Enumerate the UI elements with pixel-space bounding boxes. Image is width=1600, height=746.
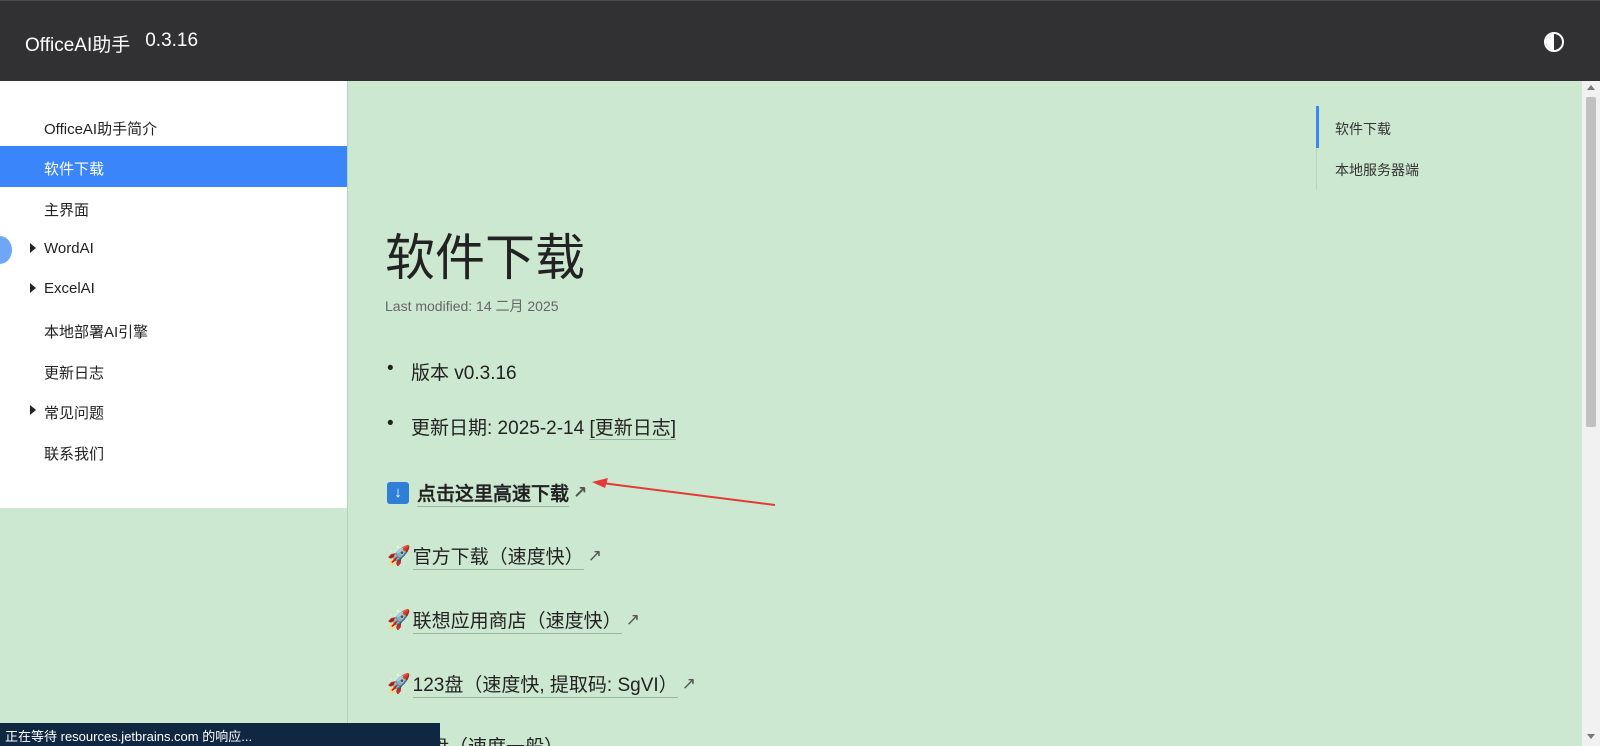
download-row-official: 🚀 官方下载（速度快） ↗ [387, 542, 602, 570]
download-link-lenovo[interactable]: 联想应用商店（速度快） [412, 606, 622, 634]
sidebar-item-local-ai[interactable]: 本地部署AI引擎 [0, 309, 347, 350]
scrollbar[interactable] [1582, 81, 1600, 746]
browser-status-bar: 正在等待 resources.jetbrains.com 的响应... [0, 723, 440, 746]
sidebar-item-label: ExcelAI [44, 280, 95, 297]
download-main-row: ↓ 点击这里高速下载 ↗ [387, 479, 587, 507]
rocket-icon: 🚀 [387, 610, 411, 631]
sidebar-item-label: 更新日志 [44, 365, 105, 382]
sidebar-item-label: 本地部署AI引擎 [44, 324, 149, 341]
sidebar-item-label: 联系我们 [44, 446, 105, 463]
external-link-icon: ↗ [625, 610, 640, 629]
scroll-thumb[interactable] [1586, 97, 1596, 427]
sidebar: OfficeAI助手简介 软件下载 主界面 WordAI ExcelAI 本地部… [0, 81, 347, 508]
sidebar-item-excelai[interactable]: ExcelAI [0, 268, 347, 309]
annotation-arrow-icon [592, 478, 776, 506]
scroll-down-icon[interactable] [1587, 734, 1595, 739]
sidebar-item-label: 软件下载 [44, 161, 105, 178]
sidebar-item-faq[interactable]: 常见问题 [0, 390, 347, 431]
download-link-123pan[interactable]: 123盘（速度快, 提取码: SgVI） [412, 670, 678, 698]
external-link-icon: ↗ [681, 674, 696, 693]
update-date-text: 更新日期: 2025-2-14 [411, 418, 590, 439]
download-main-link[interactable]: 点击这里高速下载 [417, 479, 570, 507]
external-link-icon: ↗ [573, 483, 588, 502]
sidebar-item-intro[interactable]: OfficeAI助手简介 [0, 106, 347, 147]
brand[interactable]: OfficeAI助手 0.3.16 [25, 30, 198, 57]
changelog-link[interactable]: [更新日志] [589, 418, 677, 440]
external-link-icon: ↗ [587, 546, 602, 565]
sidebar-item-wordai[interactable]: WordAI [0, 228, 347, 269]
sidebar-item-label: OfficeAI助手简介 [44, 121, 158, 138]
sidebar-item-download[interactable]: 软件下载 [0, 146, 347, 187]
rocket-icon: 🚀 [387, 674, 411, 695]
sidebar-item-label: 常见问题 [44, 405, 105, 422]
last-modified: Last modified: 14 二月 2025 [385, 298, 559, 314]
toc-item-download[interactable]: 软件下载 [1335, 119, 1391, 139]
app-version: 0.3.16 [145, 30, 199, 51]
rocket-icon: 🚀 [387, 546, 411, 567]
caret-right-icon[interactable] [30, 405, 36, 415]
sidebar-item-contact[interactable]: 联系我们 [0, 431, 347, 472]
scroll-up-icon[interactable] [1587, 85, 1595, 90]
page-title: 软件下载 [385, 230, 585, 286]
sidebar-item-main-ui[interactable]: 主界面 [0, 187, 347, 228]
sidebar-item-label: WordAI [44, 240, 94, 257]
caret-right-icon[interactable] [30, 283, 36, 293]
app-title: OfficeAI助手 [25, 35, 131, 56]
top-bar: OfficeAI助手 0.3.16 [0, 0, 1600, 81]
contrast-icon[interactable] [1544, 32, 1564, 52]
download-link-official[interactable]: 官方下载（速度快） [412, 542, 584, 570]
content-divider [347, 81, 348, 746]
down-arrow-icon: ↓ [387, 482, 409, 504]
toc-item-local-server[interactable]: 本地服务器端 [1335, 160, 1419, 180]
version-text: 版本 v0.3.16 [411, 363, 517, 384]
toc-active-indicator [1316, 106, 1319, 148]
sidebar-item-changelog[interactable]: 更新日志 [0, 350, 347, 391]
download-row-123pan: 🚀 123盘（速度快, 提取码: SgVI） ↗ [387, 670, 696, 698]
caret-right-icon[interactable] [30, 243, 36, 253]
partial-download-text[interactable]: 盘（速度一般） [430, 732, 563, 746]
download-row-lenovo: 🚀 联想应用商店（速度快） ↗ [387, 606, 640, 634]
sidebar-item-label: 主界面 [44, 202, 90, 219]
